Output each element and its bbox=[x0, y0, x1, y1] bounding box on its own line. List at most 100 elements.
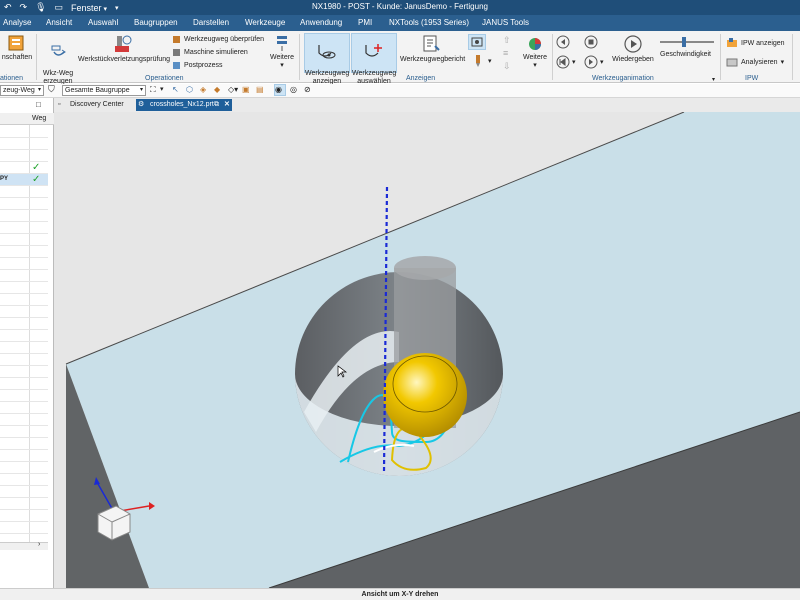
list-item[interactable] bbox=[0, 402, 48, 414]
select-body-icon[interactable]: ◆ bbox=[214, 85, 220, 94]
simulate-machine-button[interactable]: Maschine simulieren bbox=[172, 48, 248, 57]
list-item[interactable] bbox=[0, 138, 48, 150]
list-item[interactable] bbox=[0, 270, 48, 282]
list-item[interactable] bbox=[0, 414, 48, 426]
more-operations-button[interactable]: Weitere ▾ bbox=[266, 34, 298, 70]
select-point-icon[interactable]: ↖ bbox=[172, 85, 179, 94]
operation-navigator: □ Weg ✓ PY ✓ › bbox=[0, 98, 54, 588]
assembly-icon[interactable]: ▤ bbox=[256, 85, 264, 94]
properties-button[interactable]: nschaften bbox=[0, 34, 34, 62]
ipw-show-button[interactable]: IPW anzeigen bbox=[726, 37, 785, 49]
list-item[interactable] bbox=[0, 258, 48, 270]
create-toolpath-button[interactable]: Wkz-Weg erzeugen bbox=[40, 34, 76, 86]
snap-icon[interactable]: ⛶ bbox=[150, 85, 156, 95]
close-icon[interactable]: ✕ bbox=[224, 99, 230, 111]
tool-display-button[interactable] bbox=[470, 53, 486, 71]
list-item[interactable] bbox=[0, 318, 48, 330]
step-forward-button[interactable] bbox=[584, 55, 598, 71]
toolpath-report-button[interactable]: Werkzeugwegbericht bbox=[400, 34, 465, 64]
tool-display-dropdown-icon[interactable]: ▾ bbox=[488, 57, 492, 65]
arrow-down-icon: ⇩ bbox=[503, 61, 511, 71]
maximize-icon[interactable]: □ bbox=[36, 100, 41, 109]
list-item[interactable] bbox=[0, 330, 48, 342]
show-toolpath-button[interactable]: Werkzeugweg anzeigen bbox=[304, 33, 350, 85]
list-item[interactable] bbox=[0, 294, 48, 306]
menu-baugruppen[interactable]: Baugruppen bbox=[134, 18, 178, 27]
list-item[interactable] bbox=[0, 354, 48, 366]
list-item[interactable] bbox=[0, 450, 48, 462]
skip-back-button[interactable] bbox=[556, 55, 570, 71]
operation-row[interactable]: PY ✓ bbox=[0, 174, 48, 186]
menu-darstellen[interactable]: Darstellen bbox=[193, 18, 229, 27]
filter-icon[interactable]: ⛉ bbox=[48, 84, 55, 95]
list-item[interactable] bbox=[0, 222, 48, 234]
snap-dropdown-icon[interactable]: ▾ bbox=[160, 85, 164, 93]
rewind-button[interactable] bbox=[556, 35, 570, 51]
show-hide-icon[interactable]: ◉ bbox=[274, 84, 286, 96]
list-item[interactable] bbox=[0, 306, 48, 318]
menu-analyse[interactable]: Analyse bbox=[3, 18, 31, 27]
visibility-icon[interactable]: ◎ bbox=[290, 85, 297, 94]
replay-button[interactable]: Wiedergeben bbox=[610, 34, 656, 64]
list-item[interactable] bbox=[0, 438, 48, 450]
list-item[interactable] bbox=[0, 522, 48, 534]
model-canvas[interactable] bbox=[54, 112, 800, 588]
verify-toolpath-button[interactable]: Werkzeugweg überprüfen bbox=[172, 35, 264, 44]
menu-werkzeuge[interactable]: Werkzeuge bbox=[245, 18, 285, 27]
list-item[interactable] bbox=[0, 474, 48, 486]
menu-anwendung[interactable]: Anwendung bbox=[300, 18, 342, 27]
graphics-viewport[interactable] bbox=[54, 112, 800, 588]
menu-janus-tools[interactable]: JANUS Tools bbox=[482, 18, 529, 27]
select-more-icon[interactable]: ◇▾ bbox=[228, 85, 238, 94]
show-toolpath-icon bbox=[318, 45, 336, 59]
list-item[interactable] bbox=[0, 342, 48, 354]
list-item[interactable] bbox=[0, 198, 48, 210]
hide-icon[interactable]: ⊘ bbox=[304, 85, 311, 94]
menu-ansicht[interactable]: Ansicht bbox=[46, 18, 72, 27]
scroll-right-icon[interactable]: › bbox=[38, 541, 40, 548]
type-filter-select[interactable]: zeug-Weg ▾ bbox=[0, 85, 44, 96]
assembly-filter-select[interactable]: Gesamte Baugruppe ▾ bbox=[62, 85, 146, 96]
list-item[interactable] bbox=[0, 246, 48, 258]
list-item[interactable] bbox=[0, 150, 48, 162]
list-item[interactable] bbox=[0, 486, 48, 498]
select-curve-icon[interactable]: ⬡ bbox=[186, 85, 193, 94]
generate-toolpath-icon bbox=[51, 45, 66, 56]
display-mode-button[interactable] bbox=[468, 34, 486, 50]
list-item[interactable] bbox=[0, 378, 48, 390]
play-icon bbox=[624, 35, 642, 53]
more-display-button[interactable]: Weitere ▾ bbox=[520, 34, 550, 70]
animation-group-dropdown-icon[interactable]: ▾ bbox=[712, 76, 715, 83]
list-item[interactable] bbox=[0, 210, 48, 222]
horizontal-scrollbar[interactable]: › bbox=[0, 541, 48, 550]
postprocess-button[interactable]: Postprozess bbox=[172, 61, 223, 70]
select-face-icon[interactable]: ◈ bbox=[200, 85, 206, 94]
speed-slider-track[interactable] bbox=[660, 41, 714, 43]
analyze-dropdown-icon[interactable]: ▾ bbox=[781, 58, 785, 66]
list-item[interactable] bbox=[0, 234, 48, 246]
menu-pmi[interactable]: PMI bbox=[358, 18, 372, 27]
list-item[interactable] bbox=[0, 498, 48, 510]
step-forward-dropdown-icon[interactable]: ▾ bbox=[600, 58, 604, 66]
tab-discovery-center[interactable]: ▫ Discovery Center bbox=[56, 99, 134, 111]
column-header-path[interactable]: Weg bbox=[32, 115, 46, 122]
component-icon[interactable]: ▣ bbox=[242, 85, 250, 94]
list-item[interactable] bbox=[0, 390, 48, 402]
list-item[interactable] bbox=[0, 366, 48, 378]
tab-crossholes-part[interactable]: ⚙ crossholes_Nx12.prt ⧉ ✕ bbox=[136, 99, 232, 111]
list-item[interactable] bbox=[0, 462, 48, 474]
list-item[interactable] bbox=[0, 126, 48, 138]
select-toolpath-button[interactable]: Werkzeugweg auswählen bbox=[351, 33, 397, 85]
ipw-analyze-button[interactable]: Analysieren ▾ bbox=[726, 56, 784, 68]
list-item[interactable] bbox=[0, 282, 48, 294]
stop-button[interactable] bbox=[584, 35, 598, 51]
speed-slider-thumb[interactable] bbox=[682, 37, 687, 47]
operation-row[interactable]: ✓ bbox=[0, 162, 48, 174]
gouge-check-button[interactable]: Werkstückverletzungsprüfung bbox=[78, 34, 170, 64]
skip-back-dropdown-icon[interactable]: ▾ bbox=[572, 58, 576, 66]
list-item[interactable] bbox=[0, 186, 48, 198]
list-item[interactable] bbox=[0, 426, 48, 438]
menu-nxtools[interactable]: NXTools (1953 Series) bbox=[389, 18, 469, 27]
menu-auswahl[interactable]: Auswahl bbox=[88, 18, 118, 27]
list-item[interactable] bbox=[0, 510, 48, 522]
